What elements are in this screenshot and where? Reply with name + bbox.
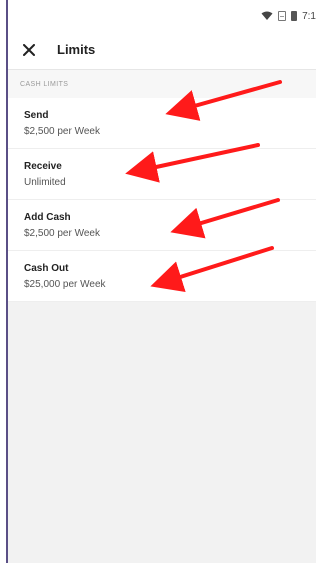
status-icons: 7:1	[261, 8, 316, 24]
limit-row-send[interactable]: Send $2,500 per Week	[8, 98, 316, 149]
limit-label: Cash Out	[24, 262, 69, 274]
limit-row-receive[interactable]: Receive Unlimited	[8, 149, 316, 200]
limit-value: $25,000 per Week	[24, 278, 106, 290]
limit-label: Send	[24, 109, 49, 121]
limit-row-cash-out[interactable]: Cash Out $25,000 per Week	[8, 251, 316, 302]
limit-value: $2,500 per Week	[24, 227, 100, 239]
limit-row-add-cash[interactable]: Add Cash $2,500 per Week	[8, 200, 316, 251]
limit-label: Add Cash	[24, 211, 71, 223]
limit-value: $2,500 per Week	[24, 125, 100, 137]
clock: 7:1	[302, 10, 316, 22]
cash-limits-section: CASH LIMITS Send $2,500 per Week Receive…	[8, 70, 316, 302]
section-header: CASH LIMITS	[8, 70, 316, 98]
page-title: Limits	[57, 42, 96, 57]
limit-value: Unlimited	[24, 176, 66, 188]
battery-icon	[291, 11, 298, 21]
wifi-icon	[261, 11, 273, 20]
sim-icon	[278, 11, 287, 21]
phone-screen: 7:1 Limits CASH LIMITS Send $2,500 per W…	[8, 0, 316, 563]
limit-label: Receive	[24, 160, 62, 172]
app-bar: Limits	[8, 30, 316, 70]
status-bar: 7:1	[8, 0, 316, 30]
close-icon[interactable]	[9, 30, 49, 70]
